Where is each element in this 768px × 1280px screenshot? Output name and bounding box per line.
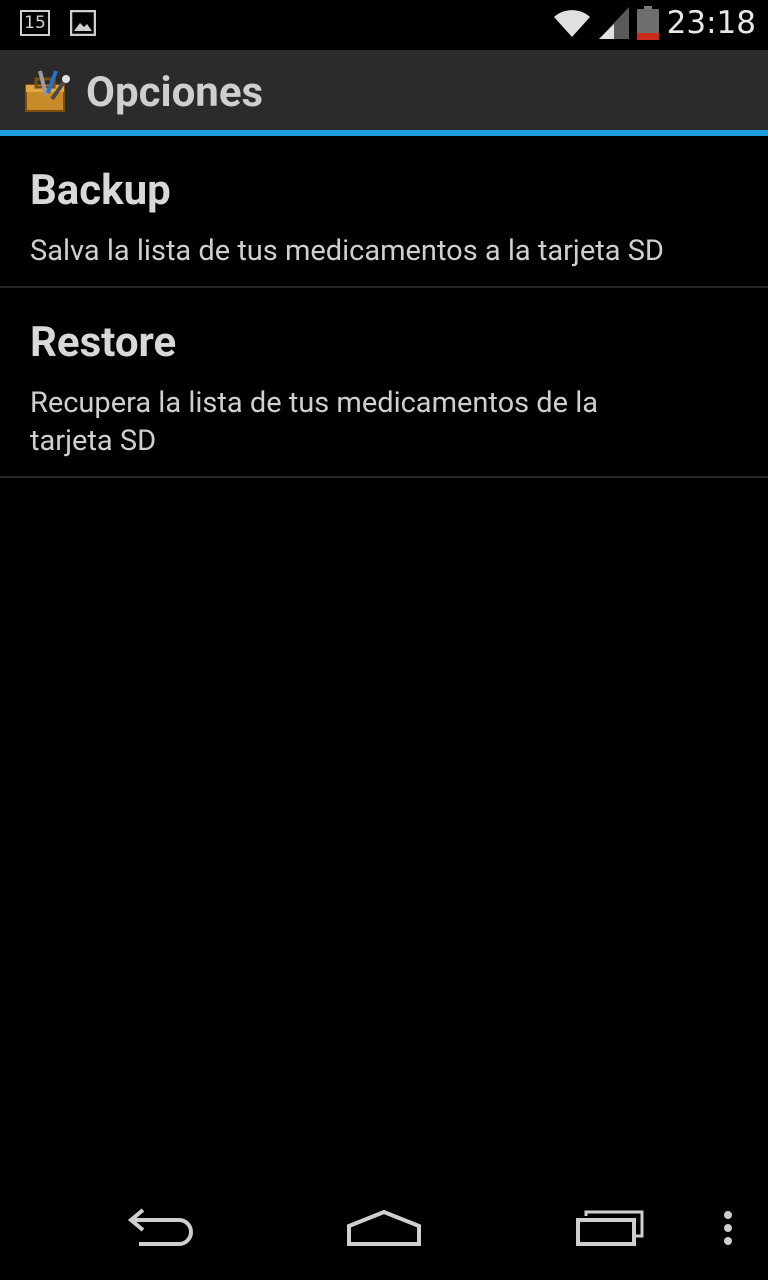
back-button[interactable] — [110, 1204, 210, 1252]
battery-icon — [636, 6, 659, 40]
toolbox-icon[interactable] — [22, 65, 74, 117]
backup-preference[interactable]: Backup Salva la lista de tus medicamento… — [0, 136, 768, 288]
home-icon — [347, 1209, 421, 1246]
home-button[interactable] — [334, 1204, 434, 1252]
calendar-badge: 15 — [24, 12, 46, 33]
wifi-icon — [553, 10, 590, 37]
backup-summary: Salva la lista de tus medicamentos a la … — [30, 234, 664, 268]
recent-apps-icon — [576, 1210, 644, 1246]
clock: 23:18 — [666, 5, 756, 41]
restore-summary: Recupera la lista de tus medicamentos de… — [30, 386, 599, 458]
status-bar: 15 23:18 — [0, 0, 768, 50]
preferences-list: Backup Salva la lista de tus medicamento… — [0, 136, 768, 478]
restore-preference[interactable]: Restore Recupera la lista de tus medicam… — [0, 288, 768, 478]
recent-apps-button[interactable] — [560, 1204, 660, 1252]
action-bar: Opciones — [0, 50, 768, 136]
navigation-bar — [0, 1184, 768, 1280]
restore-title: Restore — [30, 318, 177, 367]
back-icon — [127, 1208, 193, 1246]
page-title: Opciones — [86, 68, 264, 117]
image-icon — [70, 10, 96, 36]
overflow-menu-button[interactable] — [704, 1204, 752, 1252]
cell-signal-icon — [598, 7, 629, 39]
calendar-icon: 15 — [20, 10, 50, 36]
overflow-menu-icon — [724, 1211, 732, 1245]
backup-title: Backup — [30, 166, 171, 215]
